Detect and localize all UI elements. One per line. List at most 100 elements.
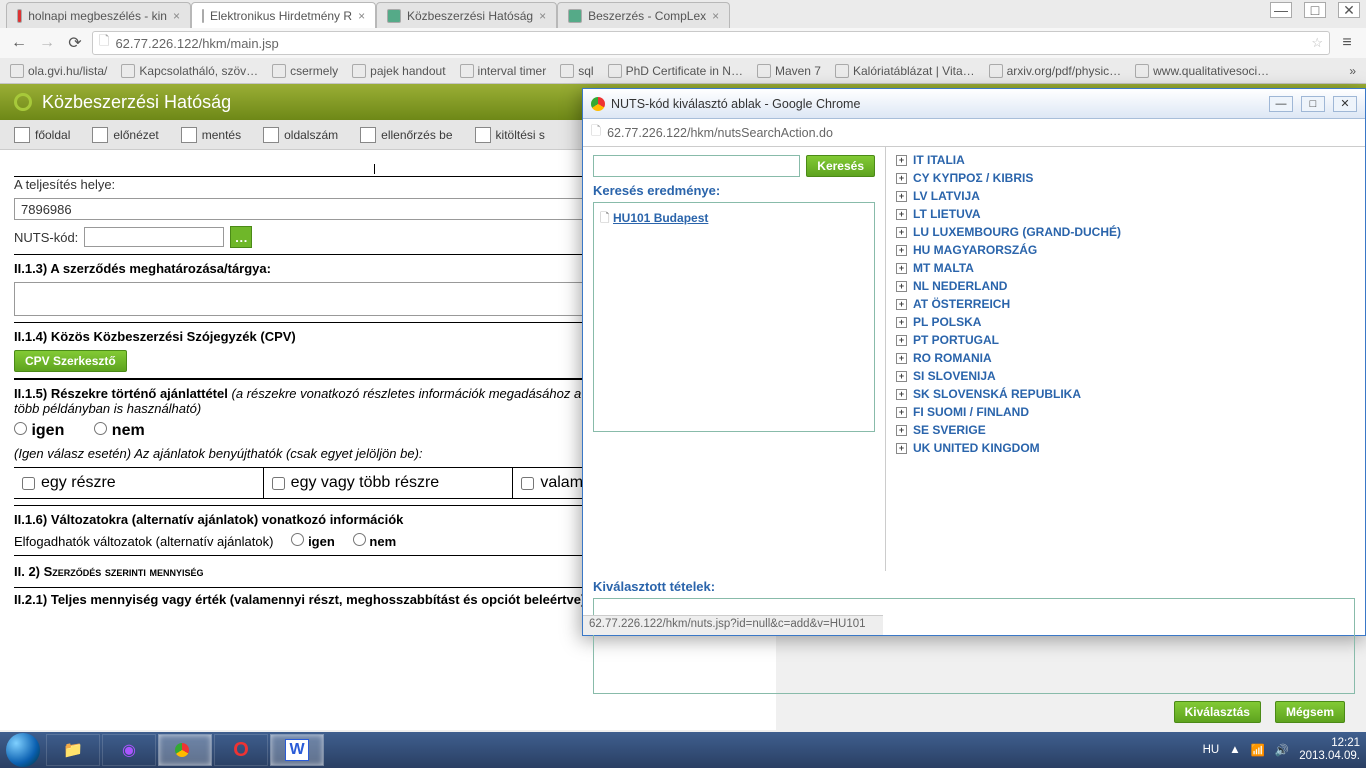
cancel-button[interactable]: Mégsem xyxy=(1275,701,1345,723)
popup-minimize[interactable]: — xyxy=(1269,96,1293,112)
menu-button[interactable]: ≡ xyxy=(1336,32,1358,54)
expand-icon[interactable]: + xyxy=(896,371,907,382)
expand-icon[interactable]: + xyxy=(896,155,907,166)
nuts-search-button[interactable]: Keresés xyxy=(806,155,875,177)
toolbar-kitöltési[interactable]: kitöltési s xyxy=(475,127,545,143)
tree-item[interactable]: +LT LIETUVA xyxy=(886,205,1365,223)
tray-clock[interactable]: 12:21 2013.04.09. xyxy=(1299,737,1360,763)
bookmark-item[interactable]: Kalóriatáblázat | Vita… xyxy=(835,64,975,78)
task-app1[interactable]: ◉ xyxy=(102,734,156,766)
toolbar-mentés[interactable]: mentés xyxy=(181,127,241,143)
task-chrome[interactable] xyxy=(158,734,212,766)
tree-item[interactable]: +HU MAGYARORSZÁG xyxy=(886,241,1365,259)
bookmark-item[interactable]: pajek handout xyxy=(352,64,445,78)
bookmark-item[interactable]: Maven 7 xyxy=(757,64,821,78)
toolbar-ellenőrzés[interactable]: ellenőrzés be xyxy=(360,127,452,143)
expand-icon[interactable]: + xyxy=(896,317,907,328)
expand-icon[interactable]: + xyxy=(896,209,907,220)
tab-close-icon[interactable]: × xyxy=(712,9,719,23)
nuts-search-input[interactable] xyxy=(593,155,800,177)
tree-item[interactable]: +CY ΚΥΠΡΟΣ / KIBRIS xyxy=(886,169,1365,187)
bookmark-item[interactable]: Kapcsolatháló, szöv… xyxy=(121,64,258,78)
reszekre-nem[interactable]: nem xyxy=(94,422,144,440)
valamennyi-check[interactable] xyxy=(521,477,534,490)
browser-tab[interactable]: Beszerzés - CompLex× xyxy=(557,2,730,28)
tree-item[interactable]: +PL POLSKA xyxy=(886,313,1365,331)
forward-button[interactable]: → xyxy=(36,32,58,54)
start-button[interactable] xyxy=(6,733,40,767)
tree-item[interactable]: +FI SUOMI / FINLAND xyxy=(886,403,1365,421)
tree-item[interactable]: +NL NEDERLAND xyxy=(886,277,1365,295)
search-result-box: 🗋 HU101 Budapest xyxy=(593,202,875,432)
tab-close-icon[interactable]: × xyxy=(173,9,180,23)
tray-network-icon[interactable]: 📶 xyxy=(1251,743,1265,757)
expand-icon[interactable]: + xyxy=(896,425,907,436)
tree-item[interactable]: +MT MALTA xyxy=(886,259,1365,277)
tree-item[interactable]: +SI SLOVENIJA xyxy=(886,367,1365,385)
toolbar-oldalszám[interactable]: oldalszám xyxy=(263,127,338,143)
expand-icon[interactable]: + xyxy=(896,335,907,346)
expand-icon[interactable]: + xyxy=(896,407,907,418)
popup-close[interactable]: ✕ xyxy=(1333,96,1357,112)
tree-item[interactable]: +SE SVERIGE xyxy=(886,421,1365,439)
close-btn[interactable]: ✕ xyxy=(1338,2,1360,18)
nuts-input[interactable] xyxy=(84,227,224,247)
tree-item[interactable]: +UK UNITED KINGDOM xyxy=(886,439,1365,457)
back-button[interactable]: ← xyxy=(8,32,30,54)
select-button[interactable]: Kiválasztás xyxy=(1174,701,1261,723)
tree-item[interactable]: +IT ITALIA xyxy=(886,151,1365,169)
bookmark-item[interactable]: interval timer xyxy=(460,64,547,78)
browser-tab[interactable]: holnapi megbeszélés - kin× xyxy=(6,2,191,28)
popup-maximize[interactable]: □ xyxy=(1301,96,1325,112)
tray-flag-icon[interactable]: ▲ xyxy=(1229,744,1240,756)
task-opera[interactable]: O xyxy=(214,734,268,766)
tree-item[interactable]: +SK SLOVENSKÁ REPUBLIKA xyxy=(886,385,1365,403)
egy-reszre-check[interactable] xyxy=(22,477,35,490)
bookmark-item[interactable]: www.qualitativesoci… xyxy=(1135,64,1269,78)
expand-icon[interactable]: + xyxy=(896,443,907,454)
expand-icon[interactable]: + xyxy=(896,173,907,184)
bookmark-item[interactable]: csermely xyxy=(272,64,338,78)
cpv-editor-button[interactable]: CPV Szerkesztő xyxy=(14,350,127,372)
tray-lang[interactable]: HU xyxy=(1203,744,1220,756)
toolbar-főoldal[interactable]: főoldal xyxy=(14,127,70,143)
reload-button[interactable]: ⟳ xyxy=(64,32,86,54)
expand-icon[interactable]: + xyxy=(896,389,907,400)
bookmark-item[interactable]: ola.gvi.hu/lista/ xyxy=(10,64,107,78)
tray-volume-icon[interactable]: 🔊 xyxy=(1275,743,1289,757)
expand-icon[interactable]: + xyxy=(896,191,907,202)
browser-tab[interactable]: Elektronikus Hirdetmény R× xyxy=(191,2,376,28)
valtozatok-nem[interactable]: nem xyxy=(353,533,396,549)
tree-item[interactable]: +PT PORTUGAL xyxy=(886,331,1365,349)
tree-item[interactable]: +AT ÖSTERREICH xyxy=(886,295,1365,313)
expand-icon[interactable]: + xyxy=(896,281,907,292)
tab-close-icon[interactable]: × xyxy=(358,9,365,23)
browser-tab[interactable]: Közbeszerzési Hatóság× xyxy=(376,2,557,28)
toolbar-előnézet[interactable]: előnézet xyxy=(92,127,158,143)
valtozatok-igen[interactable]: igen xyxy=(291,533,334,549)
task-explorer[interactable]: 📁 xyxy=(46,734,100,766)
expand-icon[interactable]: + xyxy=(896,263,907,274)
maximize-btn[interactable]: □ xyxy=(1304,2,1326,18)
expand-icon[interactable]: + xyxy=(896,245,907,256)
egy-vagy-tobb-check[interactable] xyxy=(272,477,285,490)
task-word[interactable]: W xyxy=(270,734,324,766)
tree-item[interactable]: +LU LUXEMBOURG (GRAND-DUCHÉ) xyxy=(886,223,1365,241)
expand-icon[interactable]: + xyxy=(896,299,907,310)
expand-icon[interactable]: + xyxy=(896,353,907,364)
toolbar-icon xyxy=(360,127,376,143)
bookmarks-overflow[interactable]: » xyxy=(1349,64,1356,78)
nuts-picker-button[interactable]: … xyxy=(230,226,252,248)
address-bar[interactable]: 🗋 62.77.226.122/hkm/main.jsp ☆ xyxy=(92,31,1330,55)
tab-close-icon[interactable]: × xyxy=(539,9,546,23)
expand-icon[interactable]: + xyxy=(896,227,907,238)
bookmark-item[interactable]: PhD Certificate in N… xyxy=(608,64,743,78)
bookmark-item[interactable]: sql xyxy=(560,64,593,78)
minimize-btn[interactable]: — xyxy=(1270,2,1292,18)
star-icon[interactable]: ☆ xyxy=(1311,35,1323,51)
tree-item[interactable]: +LV LATVIJA xyxy=(886,187,1365,205)
result-link-hu101[interactable]: HU101 Budapest xyxy=(613,211,708,225)
tree-item[interactable]: +RO ROMANIA xyxy=(886,349,1365,367)
reszekre-igen[interactable]: igen xyxy=(14,422,64,440)
bookmark-item[interactable]: arxiv.org/pdf/physic… xyxy=(989,64,1122,78)
